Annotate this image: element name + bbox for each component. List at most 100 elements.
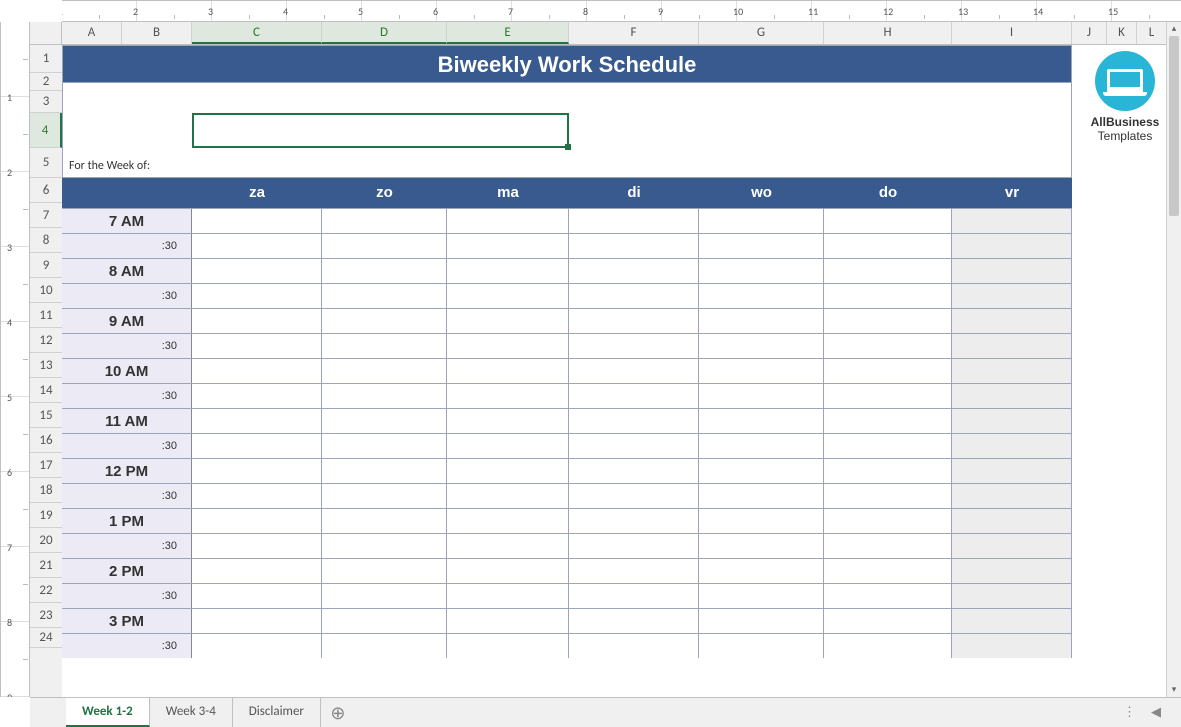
schedule-cell[interactable] xyxy=(699,209,824,233)
schedule-cell[interactable] xyxy=(322,384,447,408)
schedule-cell[interactable] xyxy=(447,359,569,383)
sheet-tab-week-3-4[interactable]: Week 3-4 xyxy=(150,698,233,727)
schedule-cell[interactable] xyxy=(699,534,824,558)
schedule-cell[interactable] xyxy=(569,509,699,533)
schedule-cell[interactable] xyxy=(952,434,1072,458)
schedule-cell[interactable] xyxy=(192,334,322,358)
schedule-cell[interactable] xyxy=(569,359,699,383)
row-header-18[interactable]: 18 xyxy=(30,478,62,503)
scroll-down-icon[interactable]: ▾ xyxy=(1167,683,1181,697)
schedule-cell[interactable] xyxy=(824,434,952,458)
schedule-cell[interactable] xyxy=(699,309,824,333)
schedule-cell[interactable] xyxy=(192,434,322,458)
row-header-19[interactable]: 19 xyxy=(30,503,62,528)
column-header-c[interactable]: C xyxy=(192,22,322,44)
row-header-9[interactable]: 9 xyxy=(30,253,62,278)
schedule-cell[interactable] xyxy=(192,509,322,533)
schedule-cell[interactable] xyxy=(824,234,952,258)
schedule-cell[interactable] xyxy=(699,459,824,483)
schedule-cell[interactable] xyxy=(824,584,952,608)
schedule-cell[interactable] xyxy=(699,284,824,308)
schedule-cell[interactable] xyxy=(824,259,952,283)
add-sheet-button[interactable]: ⊕ xyxy=(321,698,355,727)
row-header-13[interactable]: 13 xyxy=(30,353,62,378)
scroll-thumb[interactable] xyxy=(1169,36,1179,216)
schedule-cell[interactable] xyxy=(952,484,1072,508)
schedule-cell[interactable] xyxy=(824,534,952,558)
schedule-cell[interactable] xyxy=(322,609,447,633)
schedule-cell[interactable] xyxy=(699,634,824,658)
schedule-cell[interactable] xyxy=(824,334,952,358)
schedule-cell[interactable] xyxy=(952,459,1072,483)
column-header-g[interactable]: G xyxy=(699,22,824,44)
row-header-2[interactable]: 2 xyxy=(30,73,62,91)
schedule-cell[interactable] xyxy=(192,459,322,483)
schedule-cell[interactable] xyxy=(322,634,447,658)
schedule-cell[interactable] xyxy=(699,559,824,583)
row-header-3[interactable]: 3 xyxy=(30,91,62,113)
schedule-cell[interactable] xyxy=(322,434,447,458)
schedule-cell[interactable] xyxy=(569,334,699,358)
schedule-cell[interactable] xyxy=(447,259,569,283)
column-header-b[interactable]: B xyxy=(122,22,192,44)
schedule-cell[interactable] xyxy=(952,309,1072,333)
schedule-cell[interactable] xyxy=(952,284,1072,308)
schedule-cell[interactable] xyxy=(952,409,1072,433)
schedule-cell[interactable] xyxy=(192,359,322,383)
row-header-24[interactable]: 24 xyxy=(30,628,62,648)
schedule-cell[interactable] xyxy=(447,409,569,433)
tab-scroll-icon[interactable]: ◀ xyxy=(1151,705,1161,720)
row-header-22[interactable]: 22 xyxy=(30,578,62,603)
schedule-cell[interactable] xyxy=(569,409,699,433)
row-header-14[interactable]: 14 xyxy=(30,378,62,403)
schedule-cell[interactable] xyxy=(824,609,952,633)
schedule-cell[interactable] xyxy=(699,484,824,508)
schedule-cell[interactable] xyxy=(824,459,952,483)
schedule-cell[interactable] xyxy=(569,484,699,508)
row-header-12[interactable]: 12 xyxy=(30,328,62,353)
schedule-cell[interactable] xyxy=(952,509,1072,533)
schedule-cell[interactable] xyxy=(569,309,699,333)
schedule-cell[interactable] xyxy=(824,634,952,658)
row-header-1[interactable]: 1 xyxy=(30,45,62,73)
schedule-cell[interactable] xyxy=(569,584,699,608)
sheet-tab-week-1-2[interactable]: Week 1-2 xyxy=(66,698,150,727)
schedule-cell[interactable] xyxy=(192,209,322,233)
schedule-cell[interactable] xyxy=(322,509,447,533)
row-header-15[interactable]: 15 xyxy=(30,403,62,428)
schedule-cell[interactable] xyxy=(322,284,447,308)
schedule-cell[interactable] xyxy=(192,409,322,433)
schedule-cell[interactable] xyxy=(952,584,1072,608)
schedule-cell[interactable] xyxy=(569,259,699,283)
schedule-cell[interactable] xyxy=(447,334,569,358)
schedule-cell[interactable] xyxy=(952,534,1072,558)
week-of-input[interactable] xyxy=(193,142,570,177)
column-header-d[interactable]: D xyxy=(322,22,447,44)
column-header-i[interactable]: I xyxy=(952,22,1072,44)
row-header-23[interactable]: 23 xyxy=(30,603,62,628)
schedule-cell[interactable] xyxy=(952,634,1072,658)
cells-grid[interactable]: Biweekly Work Schedule For the Week of: … xyxy=(62,45,1181,697)
column-header-f[interactable]: F xyxy=(569,22,699,44)
row-header-6[interactable]: 6 xyxy=(30,178,62,203)
row-header-21[interactable]: 21 xyxy=(30,553,62,578)
column-header-e[interactable]: E xyxy=(447,22,569,44)
schedule-cell[interactable] xyxy=(952,259,1072,283)
row-header-16[interactable]: 16 xyxy=(30,428,62,453)
schedule-cell[interactable] xyxy=(447,384,569,408)
scroll-up-icon[interactable]: ▴ xyxy=(1167,22,1181,36)
schedule-cell[interactable] xyxy=(569,534,699,558)
schedule-cell[interactable] xyxy=(569,209,699,233)
tab-options-icon[interactable]: ⋮ xyxy=(1123,705,1137,720)
schedule-cell[interactable] xyxy=(569,609,699,633)
schedule-cell[interactable] xyxy=(192,534,322,558)
schedule-cell[interactable] xyxy=(952,559,1072,583)
schedule-cell[interactable] xyxy=(192,609,322,633)
row-header-8[interactable]: 8 xyxy=(30,228,62,253)
schedule-cell[interactable] xyxy=(569,284,699,308)
schedule-cell[interactable] xyxy=(952,234,1072,258)
schedule-cell[interactable] xyxy=(322,334,447,358)
schedule-cell[interactable] xyxy=(569,434,699,458)
schedule-cell[interactable] xyxy=(447,509,569,533)
schedule-cell[interactable] xyxy=(952,609,1072,633)
